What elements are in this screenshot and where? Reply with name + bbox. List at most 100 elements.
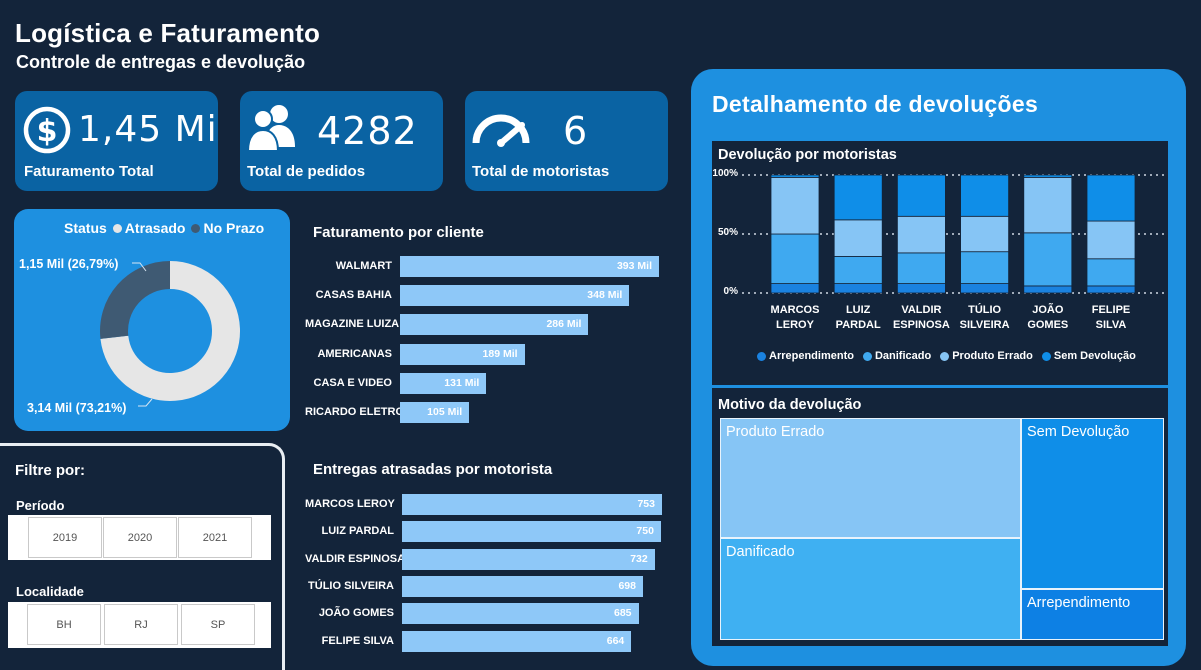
location-option-sp[interactable]: SP [181,604,255,645]
stack-segment-danificado[interactable] [1023,232,1073,287]
stack-segment-sem-devolução[interactable] [833,174,883,221]
legend-label-arrependimento: Arrependimento [769,350,854,362]
location-option-bh[interactable]: BH [27,604,101,645]
stack-segment-sem-devolução[interactable] [960,174,1010,217]
bar-value-label: 348 Mil [587,289,623,302]
kpi-card-motoristas: 6 Total de motoristas [465,91,668,191]
entregas-atrasadas-title: Entregas atrasadas por motorista [313,461,553,478]
period-option-2020[interactable]: 2020 [103,517,177,558]
period-label: Período [16,498,65,513]
bar[interactable]: 732 [402,548,655,570]
legend-label-danificado: Danificado [874,350,932,362]
bar-category-label: FELIPE SILVA [321,634,394,647]
donut-slice-no-prazo[interactable] [100,261,171,339]
bar-category-label: WALMART [335,260,392,272]
stack-segment-danificado[interactable] [770,233,820,284]
x-category-label: FELIPE SILVA [1091,304,1131,331]
bar-category-label: MARCOS LEROY [305,498,395,510]
stack-segment-produto-errado[interactable] [896,215,946,254]
treemap-arrependimento[interactable]: Arrependimento [1021,589,1164,640]
stack-segment-sem-devolução[interactable] [770,174,820,178]
bar[interactable]: 664 [402,630,632,652]
bar-value-label: 189 Mil [482,347,518,360]
kpi-value-faturamento: 1,45 Mi [78,109,218,150]
svg-text:$: $ [37,114,58,149]
treemap-danificado[interactable]: Danificado [720,538,1021,640]
stack-segment-produto-errado[interactable] [770,176,820,235]
dollar-circle-icon: $ [23,106,71,154]
bar-category-label: AMERICANAS [317,347,392,360]
bar[interactable]: 105 Mil [400,402,470,423]
bar-value-label: 685 [613,607,632,620]
treemap-label-produto-errado: Produto Errado [726,424,825,440]
bar-category-label: VALDIR ESPINOSA [305,552,406,565]
kpi-label-motoristas: Total de motoristas [472,163,610,180]
x-category-label: TÚLIO SILVEIRA [959,304,1010,331]
location-label: Localidade [16,584,84,599]
bar-category-label: JOÃO GOMES [318,607,394,620]
period-option-2019[interactable]: 2019 [28,517,102,558]
bar-category-label: CASAS BAHIA [315,289,392,302]
legend-label-produto-errado: Produto Errado [952,350,1033,362]
stack-segment-arrependimento[interactable] [960,283,1010,294]
x-category-label: VALDIR ESPINOSA [892,304,950,331]
bar[interactable]: 685 [402,603,639,625]
stack-segment-produto-errado[interactable] [960,215,1010,253]
bar-value-label: 732 [630,552,648,565]
treemap-sem-devolucao[interactable]: Sem Devolução [1021,418,1164,589]
kpi-label-pedidos: Total de pedidos [247,163,366,180]
bar[interactable]: 753 [402,494,662,515]
page-title: Logística e Faturamento [15,18,321,48]
kpi-label-faturamento: Faturamento Total [24,163,154,180]
stack-segment-sem-devolução[interactable] [1023,174,1073,178]
stack-segment-produto-errado[interactable] [1086,220,1136,260]
stack-segment-arrependimento[interactable] [896,283,946,294]
bar-category-label: MAGAZINE LUIZA [305,318,400,331]
bar-value-label: 286 Mil [546,318,582,331]
bar[interactable]: 348 Mil [400,285,630,307]
location-option-rj[interactable]: RJ [104,604,178,645]
bar-value-label: 131 Mil [444,376,480,389]
stack-segment-sem-devolução[interactable] [896,174,946,217]
bar[interactable]: 286 Mil [400,314,589,336]
legend-item-danificado[interactable]: Danificado [862,350,932,362]
stack-segment-sem-devolução[interactable] [1086,174,1136,222]
stack-segment-danificado[interactable] [896,252,946,284]
users-icon [246,105,295,152]
stack-segment-danificado[interactable] [960,251,1010,284]
legend-item-arrependimento[interactable]: Arrependimento [757,350,854,362]
detail-title: Detalhamento de devoluções [712,91,1039,117]
stack-segment-danificado[interactable] [1086,258,1136,287]
devolucao-motoristas-panel: Devolução por motoristas 100% 50% 0% MAR… [712,141,1168,385]
filter-card: Filtre por: Período 2019 2020 2021 Local… [0,443,285,670]
bar[interactable]: 393 Mil [400,256,659,277]
period-option-2021[interactable]: 2021 [178,517,252,558]
bar-value-label: 105 Mil [427,406,463,418]
bar-value-label: 698 [618,579,636,592]
devolucoes-detail-card: Detalhamento de devoluções Devolução por… [691,69,1186,666]
bar[interactable]: 698 [402,575,643,597]
legend-item-produto-errado[interactable]: Produto Errado [940,350,1033,362]
bar[interactable]: 131 Mil [400,372,487,394]
stack-segment-arrependimento[interactable] [770,283,820,294]
treemap-produto-errado[interactable]: Produto Errado [720,418,1021,538]
stack-segment-danificado[interactable] [833,256,883,284]
bar-value-label: 393 Mil [616,260,652,272]
devolucao-stacked-chart [742,174,1164,294]
bar[interactable]: 189 Mil [400,343,525,365]
bar-value-label: 753 [637,498,655,510]
stack-segment-arrependimento[interactable] [1023,285,1073,294]
bar-category-label: CASA E VIDEO [313,376,392,389]
stack-segment-arrependimento[interactable] [833,283,883,294]
status-donut-chart [100,261,240,407]
stack-segment-produto-errado[interactable] [833,219,883,257]
legend-item-sem-devolucao[interactable]: Sem Devolução [1041,350,1136,362]
devolucao-legend: Arrependimento Danificado Produto Errado… [757,350,1136,362]
donut-label-atrasado: 3,14 Mil (73,21%) [27,401,127,415]
page-subtitle: Controle de entregas e devolução [16,52,306,72]
bar[interactable]: 750 [402,521,661,543]
stack-segment-produto-errado[interactable] [1023,176,1073,234]
stack-segment-arrependimento[interactable] [1086,285,1136,294]
legend-dot-icon [862,351,872,361]
kpi-value-pedidos: 4282 [317,109,418,153]
